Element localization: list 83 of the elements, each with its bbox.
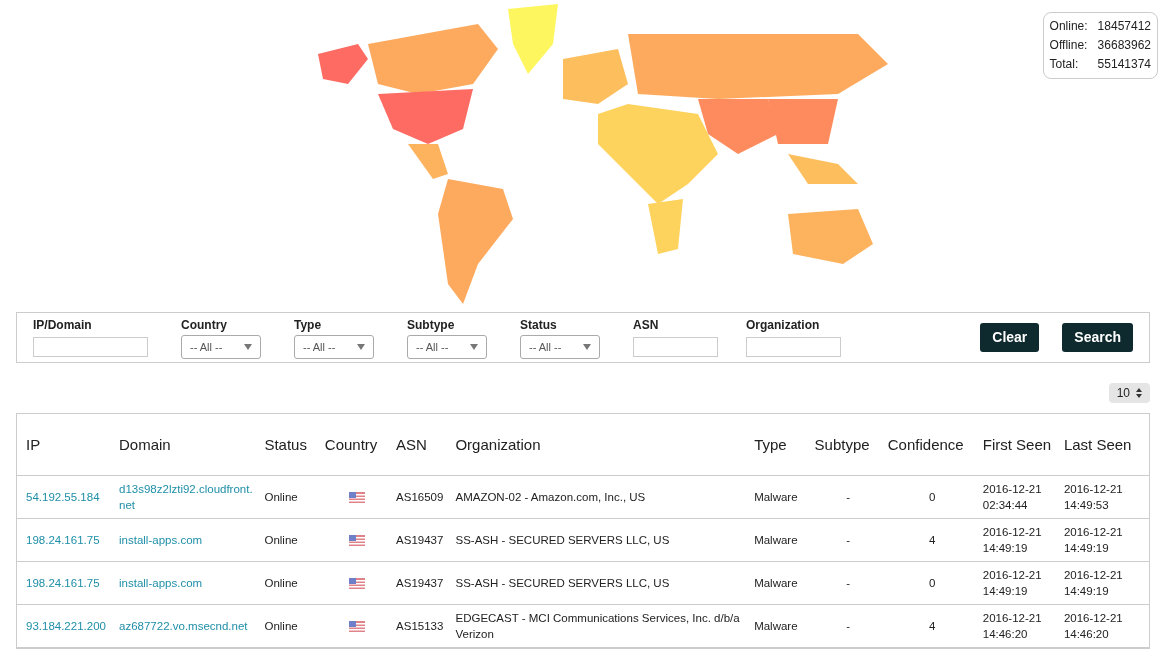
clear-button[interactable]: Clear (980, 323, 1040, 352)
caret-icon (470, 344, 478, 350)
stat-value: 55141374 (1097, 56, 1151, 73)
stat-label: Total: (1049, 56, 1080, 73)
flag-icon (349, 534, 366, 546)
table-cell: Malware (754, 620, 798, 632)
table-cell: AS15133 (396, 620, 444, 632)
table-cell-text: 2016-12-21 14:49:19 (1063, 525, 1124, 556)
table-cell-text: - (846, 490, 851, 505)
domain-link[interactable]: install-apps.com (119, 532, 259, 548)
stat-value: 18457412 (1097, 18, 1151, 35)
page-size-select[interactable]: 10 (1108, 383, 1150, 403)
table-cell-text: 2016-12-21 14:46:20 (982, 611, 1043, 642)
table-cell: Online (264, 491, 298, 503)
ip-link[interactable]: 198.24.161.75 (26, 575, 113, 591)
table-cell: Malware (754, 534, 798, 546)
table-cell: SS-ASH - SECURED SERVERS LLC, US (455, 534, 670, 546)
column-header: ASN (396, 434, 428, 455)
search-button[interactable]: Search (1062, 323, 1133, 352)
table-cell: Online (264, 534, 298, 546)
table-cell-text: 4 (929, 619, 936, 634)
column-header: Status (264, 434, 308, 455)
filter-label: Country (181, 317, 228, 333)
domain-link[interactable]: d13s98z2lzti92.cloudfront.net (119, 481, 259, 513)
filter-label: ASN (633, 317, 660, 333)
filter-select[interactable]: -- All -- (407, 335, 487, 359)
column-header: First Seen (982, 434, 1053, 455)
stat-label: Offline: (1049, 37, 1089, 54)
stat-label: Online: (1049, 18, 1089, 35)
column-header: IP (26, 434, 42, 455)
filter-label: Organization (746, 317, 821, 333)
table-cell: Online (264, 620, 298, 632)
table-cell: AMAZON-02 - Amazon.com, Inc., US (455, 491, 646, 503)
column-header: Organization (455, 434, 542, 455)
table-cell: Online (264, 577, 298, 589)
column-header: Domain (119, 434, 172, 455)
column-header: Country (324, 434, 379, 455)
table-cell-text: 2016-12-21 02:34:44 (982, 482, 1043, 513)
table-cell: AS19437 (396, 577, 444, 589)
column-header: Last Seen (1063, 434, 1133, 455)
table-cell-text: 4 (929, 533, 936, 548)
filter-select[interactable]: -- All -- (294, 335, 374, 359)
table-cell-text: 2016-12-21 14:46:20 (1063, 611, 1124, 642)
filter-select[interactable]: -- All -- (181, 335, 261, 359)
filter-label: Type (294, 317, 323, 333)
flag-icon (349, 577, 366, 589)
caret-icon (244, 344, 252, 350)
filter-label: IP/Domain (33, 317, 93, 333)
table-cell-text: 2016-12-21 14:49:53 (1063, 482, 1124, 513)
filter-input[interactable] (746, 337, 841, 357)
table-cell: SS-ASH - SECURED SERVERS LLC, US (455, 577, 670, 589)
filter-label: Subtype (407, 317, 456, 333)
table-cell: Malware (754, 577, 798, 589)
table-cell-text: - (846, 533, 851, 548)
caret-icon (583, 344, 591, 350)
column-header: Confidence (887, 434, 965, 455)
table-cell: AS19437 (396, 534, 444, 546)
filter-select[interactable]: -- All -- (520, 335, 600, 359)
filter-input[interactable] (633, 337, 718, 357)
sort-arrows-icon (1136, 388, 1142, 398)
table-cell-text: 2016-12-21 14:49:19 (982, 525, 1043, 556)
filter-input[interactable] (33, 337, 148, 357)
table-cell: EDGECAST - MCI Communications Services, Inc. d/b/a Verizon (455, 612, 740, 640)
table-cell-text: - (846, 576, 851, 591)
ip-link[interactable]: 54.192.55.184 (26, 489, 113, 505)
caret-icon (357, 344, 365, 350)
table-cell-text: 2016-12-21 14:49:19 (1063, 568, 1124, 599)
table-cell-text: 0 (929, 490, 936, 505)
stat-value: 36683962 (1097, 37, 1151, 54)
table-cell-text: 2016-12-21 14:49:19 (982, 568, 1043, 599)
table-cell-text: - (846, 619, 851, 634)
table-cell: Malware (754, 491, 798, 503)
domain-link[interactable]: az687722.vo.msecnd.net (119, 618, 259, 634)
column-header: Type (754, 434, 788, 455)
flag-icon (349, 491, 366, 503)
domain-link[interactable]: install-apps.com (119, 575, 259, 591)
ip-link[interactable]: 93.184.221.200 (26, 618, 113, 634)
ip-link[interactable]: 198.24.161.75 (26, 532, 113, 548)
table-cell: AS16509 (396, 491, 444, 503)
table-cell-text: 0 (929, 576, 936, 591)
flag-icon (349, 620, 366, 632)
filter-label: Status (520, 317, 558, 333)
column-header: Subtype (814, 434, 871, 455)
